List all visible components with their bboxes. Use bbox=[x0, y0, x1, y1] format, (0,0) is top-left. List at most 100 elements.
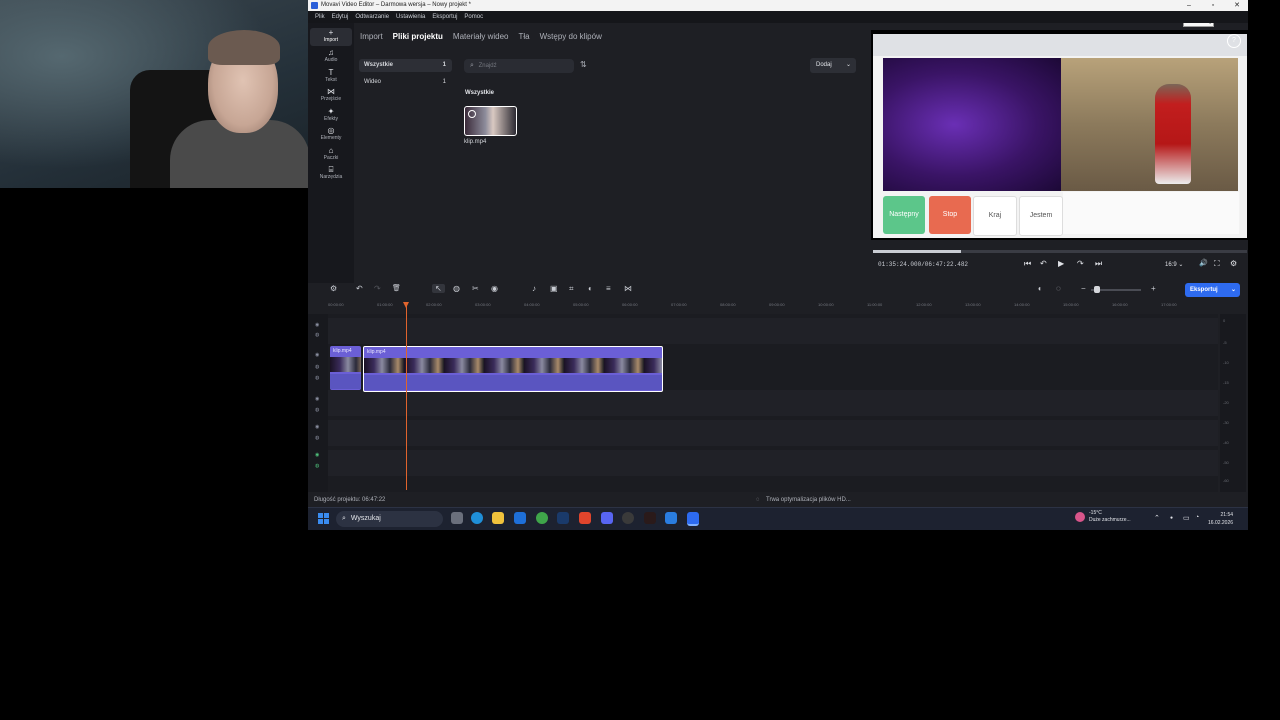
maximize-button[interactable]: ▫ bbox=[1202, 0, 1224, 11]
redo-icon[interactable]: ↷ bbox=[374, 284, 381, 293]
mail-icon[interactable] bbox=[514, 512, 526, 524]
zoom-out-icon[interactable]: − bbox=[1081, 284, 1086, 293]
sidebar-item-przejscie[interactable]: ⋈ Przejście bbox=[310, 87, 352, 105]
lock-icon[interactable]: ◍ bbox=[315, 332, 319, 338]
tab-import[interactable]: Import bbox=[360, 32, 383, 41]
fullscreen-icon[interactable]: ⛶ bbox=[1214, 259, 1220, 269]
steam-icon[interactable] bbox=[557, 512, 569, 524]
taskbar-search[interactable]: ⌕ Wyszukaj bbox=[336, 511, 443, 527]
record-icon[interactable]: ◌ bbox=[1056, 284, 1061, 293]
mute-icon[interactable]: ◖ bbox=[1037, 284, 1042, 293]
lock-icon[interactable]: ◍ bbox=[315, 375, 319, 381]
category-wszystkie[interactable]: Wszystkie 1 bbox=[359, 59, 452, 72]
task-view-icon[interactable] bbox=[451, 512, 463, 524]
discord-icon[interactable] bbox=[601, 512, 613, 524]
eye-icon[interactable]: ◉ bbox=[315, 322, 319, 328]
tab-tla[interactable]: Tła bbox=[518, 32, 529, 41]
settings-icon[interactable]: ⚙ bbox=[1230, 259, 1237, 268]
undo-icon[interactable]: ↶ bbox=[356, 284, 363, 293]
search-input[interactable]: ⌕ Znajdź bbox=[464, 59, 574, 73]
minimize-button[interactable]: – bbox=[1178, 0, 1200, 11]
store-icon[interactable] bbox=[665, 512, 677, 524]
eye-icon[interactable]: ◉ bbox=[315, 424, 319, 430]
lock-icon[interactable]: ◍ bbox=[315, 407, 319, 413]
eye-icon[interactable]: ◉ bbox=[315, 352, 319, 358]
sidebar-item-import[interactable]: + Import bbox=[310, 28, 352, 46]
timeline-clip[interactable]: klip.mp4 bbox=[330, 346, 361, 390]
menu-edytuj[interactable]: Edytuj bbox=[332, 14, 349, 20]
timeline-track[interactable] bbox=[328, 390, 1218, 416]
timeline-settings-icon[interactable]: ⚙ bbox=[330, 284, 337, 293]
file-thumbnail[interactable] bbox=[464, 106, 517, 136]
adjust-icon[interactable]: ≡ bbox=[606, 284, 611, 293]
sidebar-item-narzedzia[interactable]: ⌸ Narzędzia bbox=[310, 165, 352, 183]
tab-materialy-wideo[interactable]: Materiały wideo bbox=[453, 32, 509, 41]
sidebar-item-tekst[interactable]: T Tekst bbox=[310, 68, 352, 86]
sidebar-item-elementy[interactable]: ◎ Elementy bbox=[310, 126, 352, 144]
playback-progress-bar[interactable] bbox=[873, 250, 1247, 253]
timeline-track[interactable] bbox=[328, 318, 1218, 344]
eye-icon[interactable]: ◉ bbox=[315, 396, 319, 402]
edge-icon[interactable] bbox=[471, 512, 483, 524]
microphone-icon[interactable]: ● bbox=[1170, 515, 1173, 521]
movavi-icon[interactable] bbox=[687, 512, 699, 526]
audio-track-icon[interactable]: ◉ bbox=[315, 452, 319, 458]
weather-widget[interactable]: -15°C Duże zachmurze... bbox=[1089, 510, 1131, 524]
export-button[interactable]: Eksportuj ⌄ bbox=[1185, 283, 1240, 297]
zoom-slider-handle[interactable] bbox=[1094, 286, 1100, 293]
aspect-ratio-selector[interactable]: 16:9 ⌄ bbox=[1165, 261, 1183, 268]
menu-odtwarzanie[interactable]: Odtwarzanie bbox=[355, 14, 389, 20]
lock-icon[interactable]: ◍ bbox=[315, 435, 319, 441]
close-button[interactable]: ✕ bbox=[1226, 0, 1248, 11]
menu-plik[interactable]: Plik bbox=[315, 14, 325, 20]
file-explorer-icon[interactable] bbox=[492, 512, 504, 524]
color-icon[interactable]: ◐ bbox=[588, 284, 593, 293]
audio-edit-icon[interactable]: ♪ bbox=[532, 284, 536, 293]
help-icon[interactable]: ? bbox=[1227, 34, 1241, 48]
select-tool-icon[interactable]: ↖ bbox=[432, 284, 445, 293]
app-icon[interactable] bbox=[644, 512, 656, 524]
preview-video-frame[interactable]: Następny Stop Kraj Jestem bbox=[873, 34, 1247, 238]
system-clock[interactable]: 21:54 16.02.2026 bbox=[1208, 511, 1233, 527]
tab-wstepy[interactable]: Wstępy do klipów bbox=[540, 32, 602, 41]
audio-lock-icon[interactable]: ◍ bbox=[315, 463, 319, 469]
rewind-icon[interactable]: ↶ bbox=[1040, 259, 1047, 268]
forward-icon[interactable]: ↷ bbox=[1077, 259, 1084, 268]
add-button[interactable]: Dodaj ⌄ bbox=[810, 58, 856, 73]
zoom-in-icon[interactable]: + bbox=[1151, 284, 1156, 293]
split-icon[interactable]: ◍ bbox=[453, 284, 460, 293]
sidebar-item-paczki[interactable]: ⌂ Paczki bbox=[310, 146, 352, 164]
brave-icon[interactable] bbox=[579, 512, 591, 524]
sidebar-item-audio[interactable]: ♫ Audio bbox=[310, 48, 352, 66]
playhead[interactable] bbox=[406, 302, 407, 490]
frame-icon[interactable]: ▣ bbox=[550, 284, 558, 293]
transitions-icon[interactable]: ⋈ bbox=[624, 284, 632, 293]
menu-pomoc[interactable]: Pomoc bbox=[464, 14, 483, 20]
obs-icon[interactable] bbox=[622, 512, 634, 524]
skip-forward-icon[interactable]: ⏭ bbox=[1095, 259, 1102, 269]
menu-eksportuj[interactable]: Eksportuj bbox=[432, 14, 457, 20]
delete-icon[interactable]: 🗑 bbox=[392, 284, 401, 292]
category-wideo[interactable]: Wideo 1 bbox=[359, 76, 452, 89]
tab-pliki-projektu[interactable]: Pliki projektu bbox=[393, 32, 443, 41]
monitor-icon[interactable]: ▭ bbox=[1183, 514, 1190, 522]
ruler-tick: 04:00:00 bbox=[524, 302, 540, 307]
speaker-icon[interactable]: ◔ bbox=[1195, 514, 1199, 521]
crop-icon[interactable]: ⌗ bbox=[569, 284, 574, 294]
sort-icon[interactable]: ⇅ bbox=[580, 60, 587, 69]
windows-start-icon[interactable] bbox=[318, 513, 329, 524]
timeline-track[interactable] bbox=[328, 420, 1218, 446]
skip-back-icon[interactable]: ⏮ bbox=[1024, 259, 1031, 269]
timeline-ruler[interactable]: 00:00:00 01:00:00 02:00:00 03:00:00 04:0… bbox=[328, 299, 1218, 313]
timeline-clip-selected[interactable]: klip.mp4 bbox=[363, 346, 663, 392]
marker-icon[interactable]: ◉ bbox=[491, 284, 498, 293]
menu-ustawienia[interactable]: Ustawienia bbox=[396, 14, 425, 20]
timeline-track[interactable] bbox=[328, 450, 1218, 476]
chrome-icon[interactable] bbox=[536, 512, 548, 524]
tray-chevron-icon[interactable]: ⌃ bbox=[1154, 514, 1160, 522]
cut-icon[interactable]: ✂ bbox=[472, 284, 479, 293]
sidebar-item-efekty[interactable]: ✦ Efekty bbox=[310, 107, 352, 125]
volume-icon[interactable]: 🔊 bbox=[1199, 259, 1208, 267]
play-icon[interactable]: ▶ bbox=[1058, 259, 1064, 268]
mute-icon[interactable]: ◍ bbox=[315, 364, 319, 370]
